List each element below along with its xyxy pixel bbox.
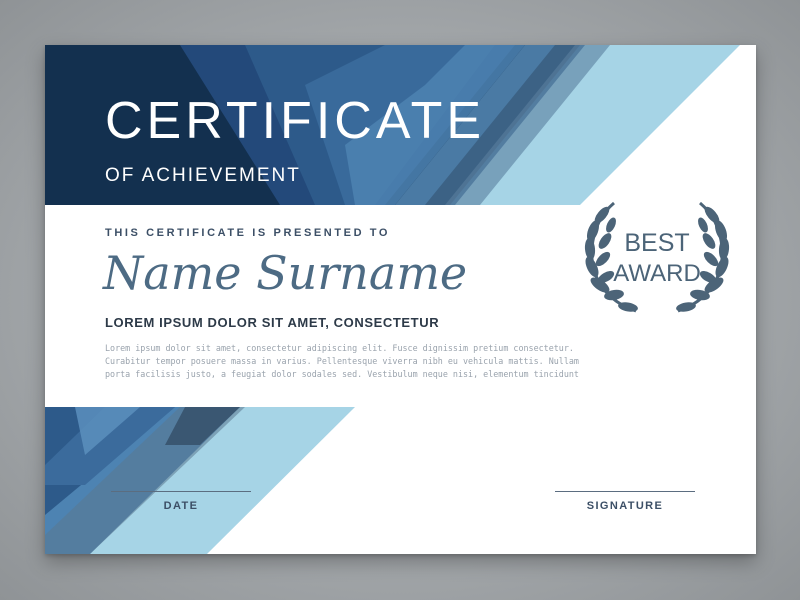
date-label: DATE [163,500,199,512]
body-line: Curabitur tempor posuere massa in varius… [105,356,579,366]
recipient-name: Name Surname [103,246,468,300]
presented-to-label: THIS CERTIFICATE IS PRESENTED TO [105,227,391,239]
signature-line [555,491,695,492]
tagline: LOREM IPSUM DOLOR SIT AMET, CONSECTETUR [105,315,440,330]
best-award-badge: BEST AWARD [584,201,730,313]
body-line: Lorem ipsum dolor sit amet, consectetur … [105,343,574,353]
laurel-wreath-icon [584,201,730,313]
body-paragraph: Lorem ipsum dolor sit amet, consectetur … [105,342,625,381]
certificate-title: CERTIFICATE [105,92,486,150]
date-line [111,491,251,492]
certificate-subtitle: OF ACHIEVEMENT [105,165,301,186]
certificate-card: CERTIFICATE OF ACHIEVEMENT THIS CERTIFIC… [45,45,756,554]
body-line: porta facilisis justo, a feugiat dolor s… [105,369,579,379]
signature-label: SIGNATURE [586,500,664,512]
badge-line-1: BEST [624,229,689,257]
badge-line-2: AWARD [613,260,701,287]
